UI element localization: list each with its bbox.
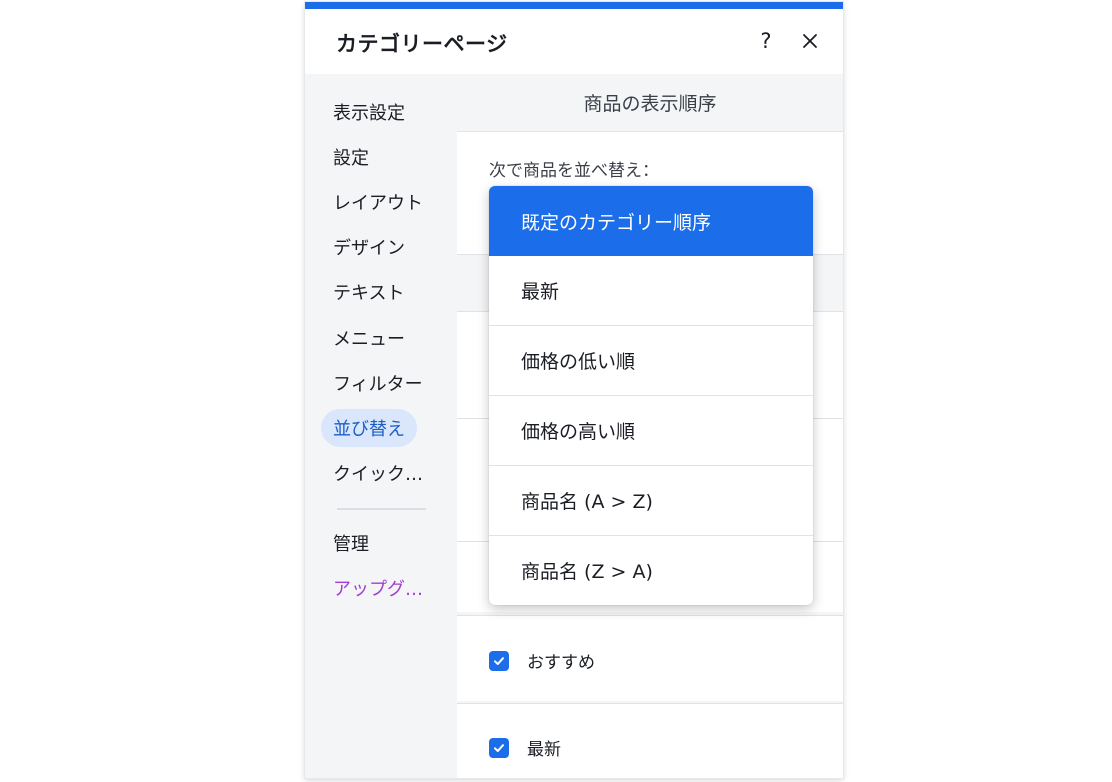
dropdown-option-price-low-to-high[interactable]: 価格の低い順 [489, 326, 813, 396]
help-button[interactable]: ? [752, 27, 780, 55]
newest-checkbox[interactable] [489, 737, 509, 758]
panel-title: カテゴリーページ [336, 32, 508, 56]
dropdown-option-name-a-z[interactable]: 商品名 (A > Z) [489, 466, 813, 536]
sidebar-item-quick-view[interactable]: クイック… [321, 454, 435, 492]
sort-option-recommended[interactable]: おすすめ [489, 648, 595, 673]
close-icon [803, 34, 817, 48]
dropdown-option-newest[interactable]: 最新 [489, 256, 813, 326]
checkmark-icon [494, 656, 504, 665]
panel-header: カテゴリーページ ? [305, 9, 843, 75]
dropdown-option-name-z-a[interactable]: 商品名 (Z > A) [489, 536, 813, 605]
sidebar-item-layout[interactable]: レイアウト [321, 183, 435, 221]
dropdown-option-price-high-to-low[interactable]: 価格の高い順 [489, 396, 813, 466]
sidebar-item-display-settings[interactable]: 表示設定 [321, 93, 417, 131]
sidebar-item-settings[interactable]: 設定 [321, 138, 381, 176]
sort-option-newest[interactable]: 最新 [489, 735, 561, 760]
checkmark-icon [494, 743, 504, 752]
sidebar-item-design[interactable]: デザイン [321, 228, 417, 266]
sidebar-divider [337, 508, 426, 510]
sort-order-dropdown-menu: 既定のカテゴリー順序 最新 価格の低い順 価格の高い順 商品名 (A > Z) … [489, 186, 813, 605]
sidebar-item-upgrade[interactable]: アップグ… [321, 569, 435, 607]
newest-label: 最新 [527, 740, 561, 760]
sidebar-item-sort[interactable]: 並び替え [321, 409, 417, 447]
row-divider [457, 615, 843, 616]
recommended-label: おすすめ [527, 653, 595, 673]
close-button[interactable] [796, 27, 824, 55]
recommended-checkbox[interactable] [489, 650, 509, 671]
settings-sidebar: 表示設定 設定 レイアウト デザイン テキスト メニュー フィルター 並び替え … [305, 74, 457, 778]
sort-by-label: 次で商品を並べ替え： [489, 161, 659, 181]
sidebar-item-manage[interactable]: 管理 [321, 524, 381, 562]
dropdown-option-default-category-order[interactable]: 既定のカテゴリー順序 [489, 186, 813, 256]
panel-top-accent-bar [305, 2, 843, 9]
sidebar-item-filter[interactable]: フィルター [321, 364, 435, 402]
sidebar-item-menu[interactable]: メニュー [321, 319, 417, 357]
sidebar-item-text[interactable]: テキスト [321, 273, 416, 311]
section-title: 商品の表示順序 [457, 74, 843, 132]
row-divider [457, 703, 843, 704]
